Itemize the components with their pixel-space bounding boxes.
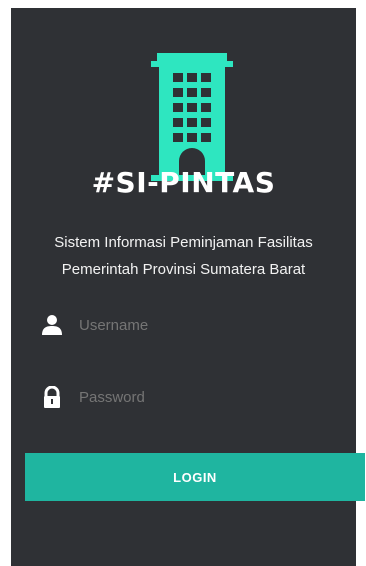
username-field	[31, 310, 336, 340]
password-input[interactable]	[77, 387, 336, 407]
app-subtitle-line2: Pemerintah Provinsi Sumatera Barat	[61, 261, 306, 278]
username-input[interactable]	[77, 315, 336, 335]
app-title: #SI-PINTAS	[91, 166, 276, 199]
login-screen: #SI-PINTAS Sistem Informasi Peminjaman F…	[11, 8, 365, 566]
user-icon	[42, 315, 62, 335]
app-subtitle-line1: Sistem Informasi Peminjaman Fasilitas	[54, 234, 313, 251]
login-button[interactable]: LOGIN	[25, 453, 365, 501]
lock-icon	[44, 386, 60, 408]
password-field	[31, 382, 336, 412]
